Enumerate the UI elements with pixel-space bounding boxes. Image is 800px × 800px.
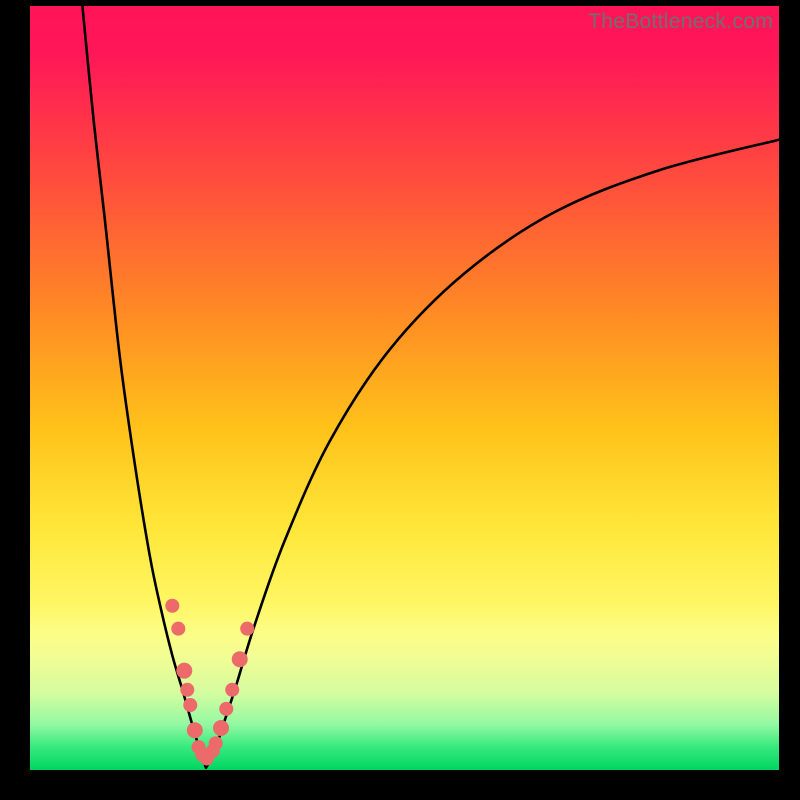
data-point: [213, 720, 229, 736]
data-point: [176, 663, 192, 679]
data-point: [183, 698, 197, 712]
data-point: [187, 722, 203, 738]
data-point: [219, 702, 233, 716]
curve-right: [206, 140, 779, 768]
data-point: [225, 683, 239, 697]
plot-area: TheBottleneck.com: [30, 6, 779, 770]
data-point: [240, 622, 254, 636]
data-markers: [165, 599, 254, 766]
data-point: [171, 622, 185, 636]
data-point: [165, 599, 179, 613]
data-point: [209, 736, 223, 750]
chart-svg: [30, 6, 779, 770]
data-point: [180, 683, 194, 697]
data-point: [232, 651, 248, 667]
curve-left: [82, 6, 206, 768]
chart-stage: TheBottleneck.com: [0, 0, 800, 800]
